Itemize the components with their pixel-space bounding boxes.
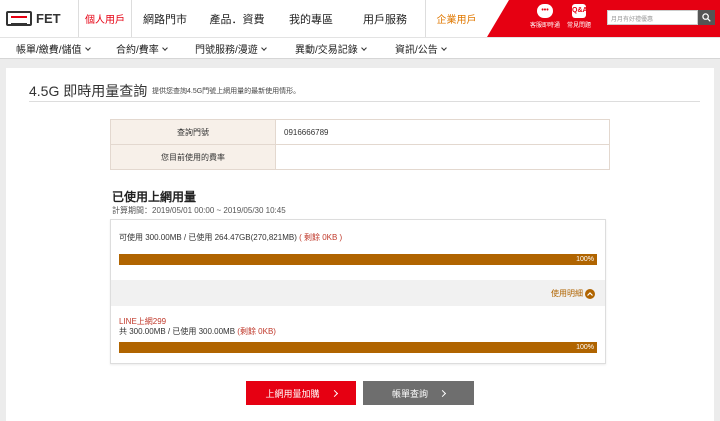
detail-row: 使用明細: [111, 280, 605, 306]
nav-online-store[interactable]: 網路門市: [132, 0, 198, 37]
info-value-plan: [275, 144, 610, 170]
fet-logo[interactable]: FET: [6, 10, 68, 27]
content-panel: 4.5G 即時用量查詢 提供您查詢4.5G門號上網用量的最新使用情形。 查詢門號…: [6, 68, 714, 421]
plan-usage-bar: 100%: [119, 342, 597, 353]
subnav-info[interactable]: 資訊/公告: [395, 38, 475, 59]
chevron-up-icon: [585, 288, 595, 299]
plan-usage: 共 300.00MB / 已使用 300.00MB (剩餘 0KB): [119, 326, 276, 337]
usage-summary: 可使用 300.00MB / 已使用 264.47GB(270,821MB) (…: [119, 232, 342, 243]
bill-query-button-label: 帳單查詢: [391, 388, 428, 399]
subnav-records[interactable]: 異動/交易記錄: [295, 38, 395, 59]
chevron-right-icon: [438, 389, 447, 397]
table-row: 查詢門號 0916666789: [110, 119, 610, 145]
nav-my-area[interactable]: 我的專區: [276, 0, 346, 37]
info-label-number: 查詢門號: [110, 119, 276, 145]
usage-detail-link[interactable]: 使用明細: [551, 288, 595, 299]
usage-title: 已使用上網用量: [112, 190, 197, 204]
main-nav: 網路門市 產品．資費 我的專區 用戶服務: [132, 0, 424, 37]
search-input[interactable]: 月月有好禮優惠: [607, 10, 698, 25]
subnav-number-service-label: 門號服務/漫遊: [195, 45, 258, 56]
plan-usage-percent: 100%: [576, 344, 594, 351]
chevron-down-icon: [440, 44, 447, 51]
subnav-info-label: 資訊/公告: [395, 45, 438, 56]
usage-summary-main: 可使用 300.00MB / 已使用 264.47GB(270,821MB): [119, 233, 297, 242]
title-divider: [29, 101, 700, 102]
subnav-records-label: 異動/交易記錄: [295, 45, 358, 56]
add-data-button-label: 上網用量加購: [265, 388, 320, 399]
chevron-down-icon: [161, 44, 168, 51]
table-row: 您目前使用的費率: [110, 144, 610, 170]
page-description: 提供您查詢4.5G門號上網用量的最新使用情形。: [152, 88, 301, 95]
tool-faq[interactable]: Q&A 常見問題: [563, 4, 595, 29]
subnav-billing-label: 帳單/繳費/儲值: [16, 45, 82, 56]
bill-query-button[interactable]: 帳單查詢: [363, 381, 474, 405]
chevron-down-icon: [260, 44, 267, 51]
info-label-plan: 您目前使用的費率: [110, 144, 276, 170]
usage-detail-label: 使用明細: [551, 289, 583, 298]
usage-summary-remain: ( 剩餘 0KB ): [299, 233, 343, 242]
tool-chat-label: 客服即時通: [529, 23, 560, 29]
chevron-right-icon: [330, 389, 338, 397]
nav-personal[interactable]: 個人用戶: [78, 0, 132, 37]
chat-icon: •••: [537, 4, 553, 18]
add-data-button[interactable]: 上網用量加購: [246, 381, 356, 405]
search-button[interactable]: [698, 10, 715, 25]
plan-usage-main: 共 300.00MB / 已使用 300.00MB: [119, 327, 236, 336]
search-icon: [702, 13, 711, 22]
subnav-contract[interactable]: 合約/費率: [116, 38, 195, 59]
sub-nav: 帳單/繳費/儲值 合約/費率 門號服務/漫遊 異動/交易記錄 資訊/公告: [0, 37, 720, 59]
subnav-contract-label: 合約/費率: [116, 45, 159, 56]
chevron-down-icon: [360, 44, 367, 51]
usage-box: 可使用 300.00MB / 已使用 264.47GB(270,821MB) (…: [110, 219, 606, 364]
usage-period: 計算期間：2019/05/01 00:00 ~ 2019/05/30 10:45: [112, 206, 286, 215]
fet-logo-mark: [6, 11, 32, 26]
total-usage-percent: 100%: [576, 256, 594, 263]
faq-icon: Q&A: [572, 4, 588, 18]
info-value-number: 0916666789: [275, 119, 610, 145]
info-table: 查詢門號 0916666789 您目前使用的費率: [110, 119, 610, 170]
nav-business[interactable]: 企業用戶: [425, 0, 487, 37]
subnav-number-service[interactable]: 門號服務/漫遊: [195, 38, 295, 59]
tool-chat[interactable]: ••• 客服即時通: [529, 4, 561, 29]
page-title: 4.5G 即時用量查詢: [29, 83, 148, 99]
fet-logo-text: FET: [36, 11, 61, 26]
total-usage-bar: 100%: [119, 254, 597, 265]
nav-user-service[interactable]: 用戶服務: [346, 0, 424, 37]
plan-usage-bar-fill: [119, 342, 597, 353]
chevron-down-icon: [84, 44, 91, 51]
plan-usage-remain: (剩餘 0KB): [237, 327, 276, 336]
nav-products[interactable]: 產品．資費: [198, 0, 276, 37]
subnav-billing[interactable]: 帳單/繳費/儲值: [16, 38, 116, 59]
tool-faq-label: 常見問題: [566, 23, 591, 29]
total-usage-bar-fill: [119, 254, 597, 265]
top-header: FET 個人用戶 網路門市 產品．資費 我的專區 用戶服務 企業用戶 ••• 客…: [0, 0, 720, 37]
